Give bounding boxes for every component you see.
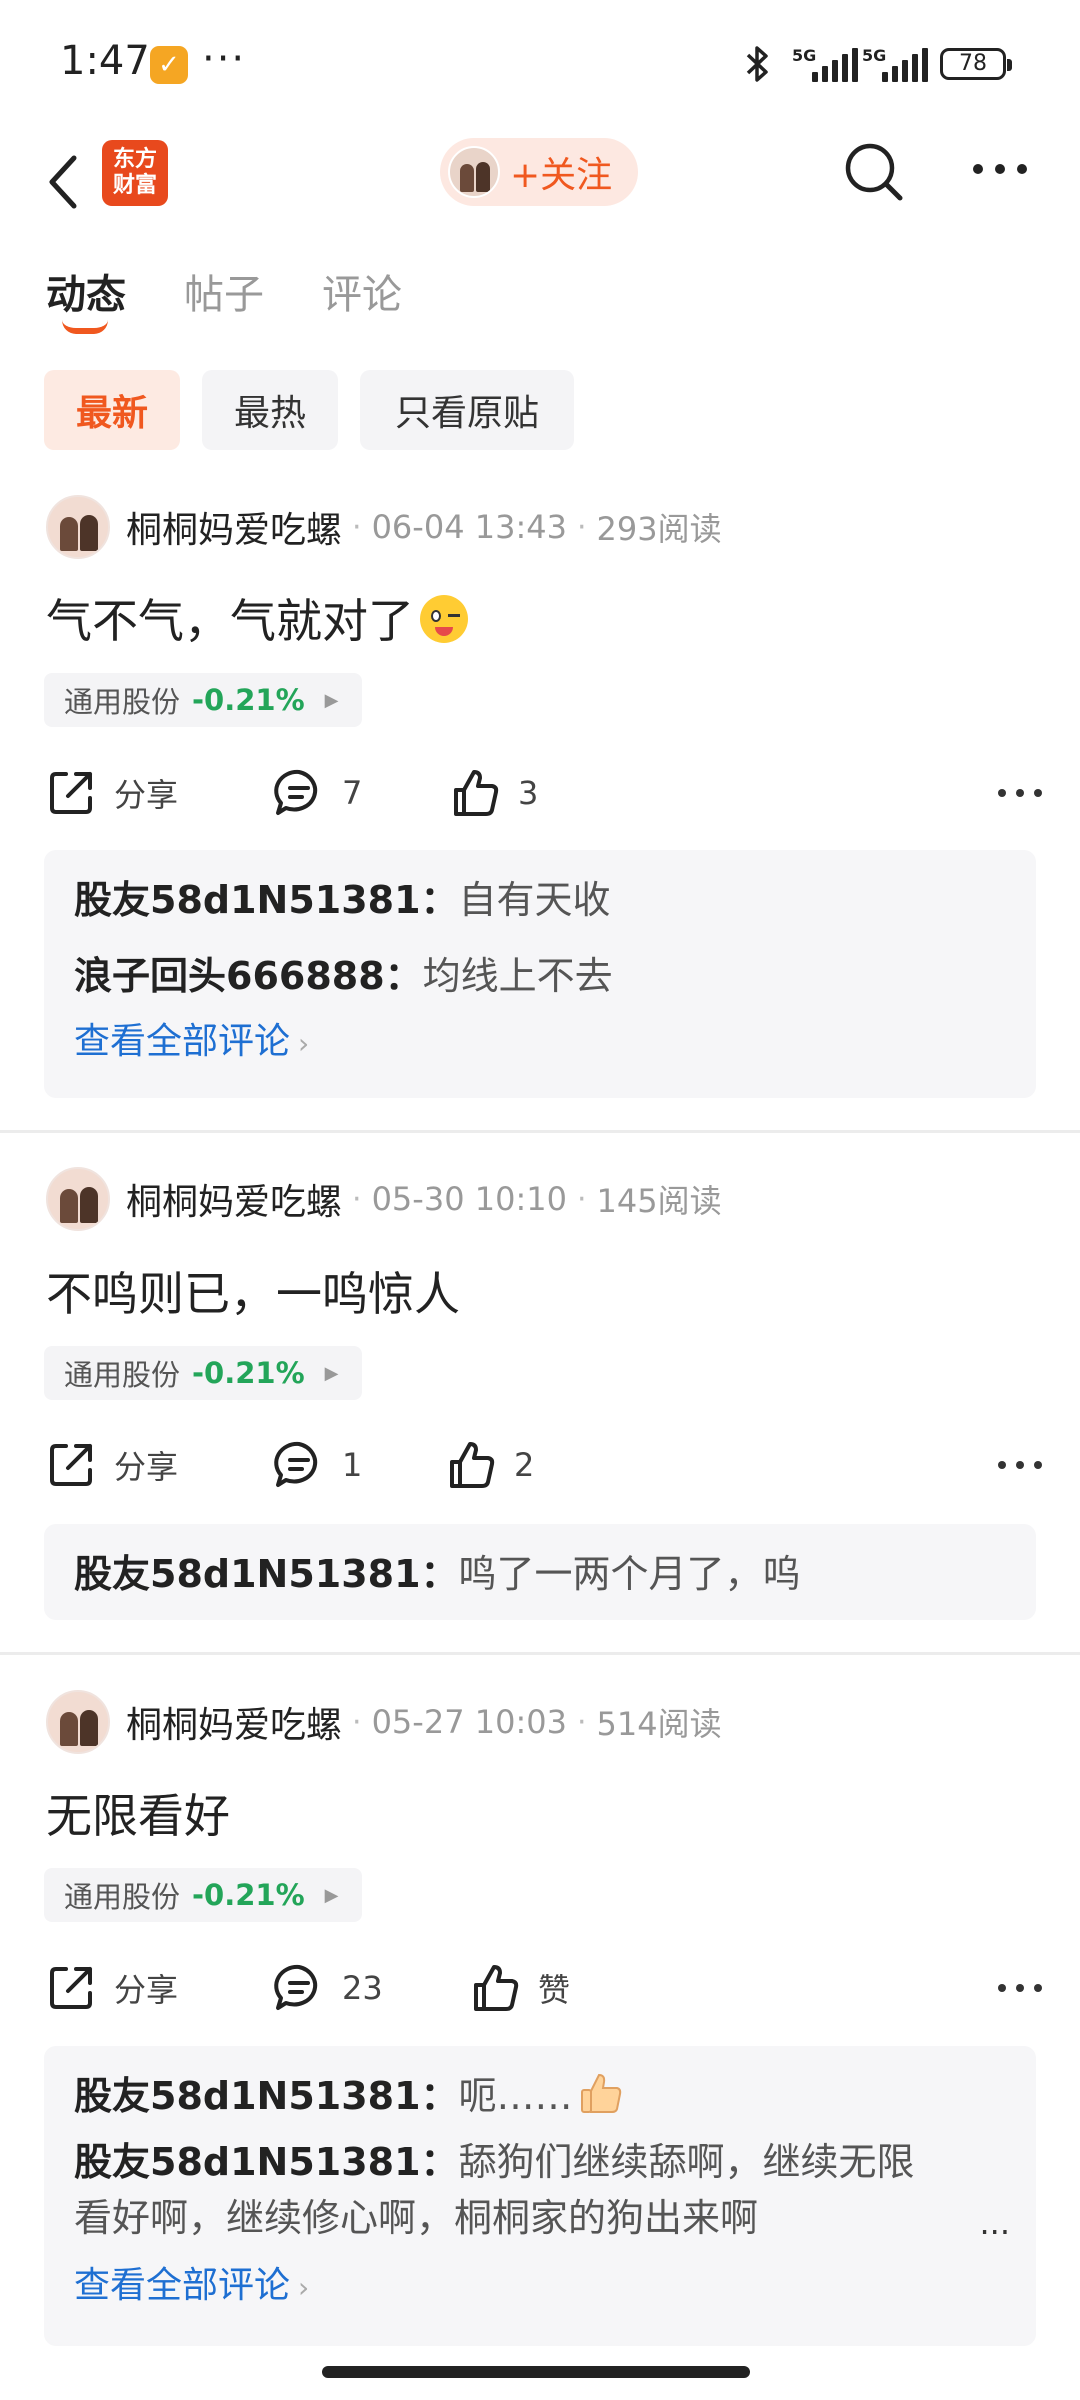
app-notification-icon: ✓ — [150, 46, 188, 84]
comment-user[interactable]: 股友58d1N51381： — [74, 1552, 459, 1596]
post-more-icon[interactable] — [996, 1963, 1044, 2013]
thumbs-up-icon — [454, 770, 499, 816]
share-icon — [50, 772, 92, 814]
comments-preview[interactable]: 股友58d1N51381：自有天收 浪子回头666888：均线上不去 查看全部评… — [44, 850, 1036, 1098]
tab-bar: 动态 帖子 评论 — [46, 262, 402, 342]
status-bar: 1:47 ✓ ··· 5G 5G 78 — [0, 0, 1080, 130]
share-button[interactable]: 分享 — [44, 1430, 178, 1500]
truncation-ellipsis: ... — [979, 2204, 1010, 2242]
chevron-right-icon: › — [298, 2271, 310, 2304]
post-reads: 293阅读 — [596, 510, 722, 548]
comment-button[interactable]: 23 — [272, 1953, 383, 2023]
comment-icon — [274, 769, 318, 815]
author-name[interactable]: 桐桐妈爱吃螺 — [126, 1173, 342, 1225]
view-all-comments-link[interactable]: 查看全部评论 › — [74, 1012, 1006, 1064]
tab-comments[interactable]: 评论 — [322, 262, 402, 342]
share-button[interactable]: 分享 — [44, 1953, 178, 2023]
post-author-row[interactable]: 桐桐妈爱吃螺 · 05-30 10:10 · 145阅读 — [46, 1165, 722, 1233]
avatar — [448, 146, 500, 198]
comment-user[interactable]: 股友58d1N51381： — [74, 2140, 459, 2184]
post-actions: 分享 7 3 — [44, 758, 1044, 828]
post-author-row[interactable]: 桐桐妈爱吃螺 · 05-27 10:03 · 514阅读 — [46, 1688, 722, 1756]
post-reads: 514阅读 — [596, 1705, 722, 1743]
bluetooth-icon — [746, 46, 768, 82]
status-more-dots: ··· — [202, 36, 247, 82]
comment-button[interactable]: 1 — [272, 1430, 362, 1500]
post-actions: 分享 1 2 — [44, 1430, 1044, 1500]
divider — [0, 1652, 1080, 1655]
post-text[interactable]: 气不气，气就对了 — [46, 585, 468, 651]
like-button[interactable]: 2 — [444, 1430, 534, 1500]
follow-label: +关注 — [510, 155, 613, 196]
stock-tag[interactable]: 通用股份 -0.21% ▶ — [44, 673, 362, 727]
post-date: 06-04 13:43 — [371, 508, 567, 546]
wink-emoji-icon — [420, 595, 468, 643]
tab-posts[interactable]: 帖子 — [184, 262, 264, 342]
thumbs-up-icon — [450, 1442, 495, 1488]
comments-preview[interactable]: 股友58d1N51381：鸣了一两个月了，呜 — [44, 1524, 1036, 1620]
divider — [0, 1130, 1080, 1133]
thumbs-up-icon — [474, 1965, 519, 2011]
signal-icon: 5G — [862, 46, 932, 82]
thumbs-up-emoji-icon — [580, 2073, 621, 2113]
like-button[interactable]: 赞 — [468, 1953, 570, 2023]
stock-change: -0.21% — [192, 683, 305, 717]
post-date: 05-27 10:03 — [371, 1703, 567, 1741]
comments-preview[interactable]: 股友58d1N51381：呃…… 股友58d1N51381：舔狗们继续舔啊，继续… — [44, 2046, 1036, 2346]
filter-latest[interactable]: 最新 — [44, 370, 180, 450]
comment-icon — [274, 1964, 318, 2010]
share-icon — [50, 1967, 92, 2009]
author-name[interactable]: 桐桐妈爱吃螺 — [126, 501, 342, 553]
post-text[interactable]: 不鸣则已，一鸣惊人 — [46, 1258, 460, 1324]
comment-user[interactable]: 浪子回头666888： — [74, 954, 423, 998]
post-author-row[interactable]: 桐桐妈爱吃螺 · 06-04 13:43 · 293阅读 — [46, 493, 722, 561]
like-button[interactable]: 3 — [448, 758, 538, 828]
post-date: 05-30 10:10 — [371, 1180, 567, 1218]
comment-user[interactable]: 股友58d1N51381： — [74, 2074, 459, 2118]
post-text[interactable]: 无限看好 — [46, 1780, 230, 1846]
search-icon[interactable] — [842, 140, 906, 204]
stock-change: -0.21% — [192, 1356, 305, 1390]
play-arrow-icon: ▶ — [324, 1884, 339, 1906]
avatar[interactable] — [46, 495, 110, 559]
stock-tag[interactable]: 通用股份 -0.21% ▶ — [44, 1346, 362, 1400]
app-logo[interactable]: 东方 财富 — [102, 140, 168, 206]
share-icon — [50, 1444, 92, 1486]
stock-change: -0.21% — [192, 1878, 305, 1912]
post-more-icon[interactable] — [996, 1440, 1044, 1490]
comment-item: 股友58d1N51381：自有天收 — [74, 878, 611, 922]
battery-icon: 78 — [940, 48, 1012, 80]
comment-user[interactable]: 股友58d1N51381： — [74, 878, 459, 922]
author-name[interactable]: 桐桐妈爱吃螺 — [126, 1696, 342, 1748]
comment-button[interactable]: 7 — [272, 758, 362, 828]
comment-item: 股友58d1N51381：舔狗们继续舔啊，继续无限看好啊，继续修心啊，桐桐家的狗… — [74, 2140, 915, 2240]
post-actions: 分享 23 赞 — [44, 1953, 1044, 2023]
chevron-right-icon: › — [298, 1027, 310, 1060]
avatar[interactable] — [46, 1690, 110, 1754]
filter-hot[interactable]: 最热 — [202, 370, 338, 450]
play-arrow-icon: ▶ — [324, 689, 339, 711]
follow-button[interactable]: +关注 — [440, 138, 638, 206]
avatar[interactable] — [46, 1167, 110, 1231]
header: 东方 财富 +关注 — [0, 130, 1080, 230]
filter-bar: 最新 最热 只看原贴 — [44, 370, 574, 450]
comment-item: 股友58d1N51381：鸣了一两个月了，呜 — [74, 1552, 801, 1596]
home-indicator[interactable] — [322, 2366, 750, 2378]
tab-dynamics[interactable]: 动态 — [46, 262, 126, 342]
filter-original-only[interactable]: 只看原贴 — [360, 370, 574, 450]
comment-item: 股友58d1N51381：呃…… — [74, 2068, 1006, 2124]
share-button[interactable]: 分享 — [44, 758, 178, 828]
tab-active-indicator — [62, 320, 108, 334]
signal-icon: 5G — [792, 46, 862, 82]
more-icon[interactable] — [970, 154, 1030, 184]
post-more-icon[interactable] — [996, 768, 1044, 818]
play-arrow-icon: ▶ — [324, 1362, 339, 1384]
view-all-comments-link[interactable]: 查看全部评论 › — [74, 2256, 1006, 2308]
comment-item: 浪子回头666888：均线上不去 — [74, 954, 613, 998]
comment-icon — [274, 1441, 318, 1487]
post-reads: 145阅读 — [596, 1182, 722, 1220]
back-arrow-icon[interactable] — [38, 140, 98, 220]
status-time: 1:47 — [60, 38, 150, 84]
stock-tag[interactable]: 通用股份 -0.21% ▶ — [44, 1868, 362, 1922]
